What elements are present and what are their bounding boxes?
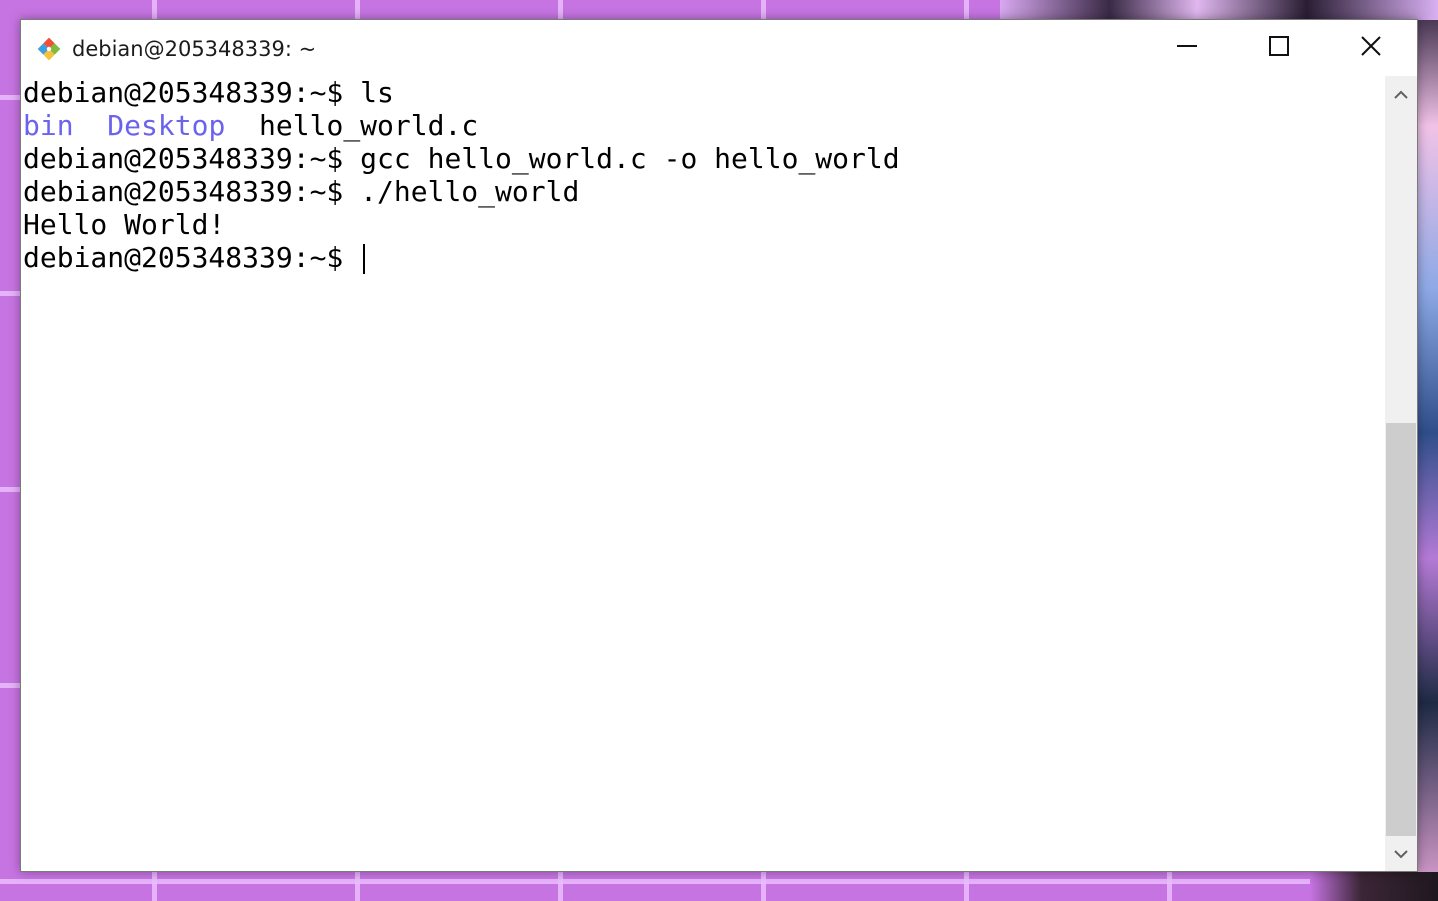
terminal-window[interactable]: debian@205348339: ~ debian@205348339:~$ … [20, 19, 1418, 872]
wallpaper-art-top [1000, 0, 1438, 20]
terminal-line: bin Desktop hello_world.c [21, 109, 1385, 142]
prompt: debian@205348339:~$ [23, 241, 361, 274]
window-title: debian@205348339: ~ [72, 37, 317, 61]
prompt: debian@205348339:~$ [23, 175, 361, 208]
scroll-down-button[interactable] [1385, 835, 1417, 871]
maximize-button[interactable] [1233, 20, 1325, 76]
title-bar[interactable]: debian@205348339: ~ [21, 20, 1417, 76]
command-text: gcc hello_world.c -o hello_world [360, 142, 900, 175]
git-bash-icon[interactable] [33, 33, 65, 65]
close-button[interactable] [1325, 20, 1417, 76]
directory-entry: Desktop [107, 109, 226, 142]
minimize-icon [1176, 35, 1198, 61]
terminal-line: debian@205348339:~$ gcc hello_world.c -o… [21, 142, 1385, 175]
chevron-down-icon [1394, 844, 1408, 863]
directory-entry: bin [23, 109, 74, 142]
terminal-line[interactable]: debian@205348339:~$ [21, 241, 1385, 274]
terminal-output[interactable]: debian@205348339:~$ ls bin Desktop hello… [21, 76, 1385, 871]
file-entry: hello_world.c [259, 109, 479, 142]
wallpaper-art-bottom [1310, 872, 1438, 901]
close-icon [1360, 35, 1382, 61]
maximize-icon [1268, 35, 1290, 61]
prompt: debian@205348339:~$ [23, 76, 361, 109]
text-cursor [363, 244, 366, 274]
command-text: ./hello_world [360, 175, 580, 208]
terminal-line: Hello World! [21, 208, 1385, 241]
scrollbar-thumb[interactable] [1386, 423, 1416, 836]
chevron-up-icon [1394, 85, 1408, 104]
prompt: debian@205348339:~$ [23, 142, 361, 175]
command-text: ls [360, 76, 394, 109]
terminal-line: debian@205348339:~$ ls [21, 76, 1385, 109]
program-output: Hello World! [23, 208, 226, 241]
terminal-line: debian@205348339:~$ ./hello_world [21, 175, 1385, 208]
vertical-scrollbar[interactable] [1385, 76, 1417, 871]
scroll-up-button[interactable] [1385, 76, 1417, 112]
minimize-button[interactable] [1141, 20, 1233, 76]
